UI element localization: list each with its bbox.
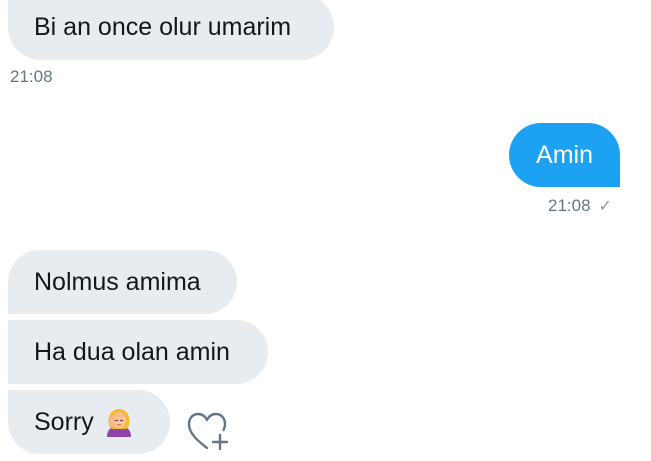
incoming-message[interactable]: Sorry	[8, 390, 170, 454]
heart-plus-icon[interactable]	[185, 408, 233, 452]
incoming-message[interactable]: Ha dua olan amin	[8, 320, 268, 384]
message-text: Bi an once olur umarim	[34, 12, 292, 41]
message-text: Sorry	[34, 407, 94, 436]
incoming-message[interactable]: Bi an once olur umarim	[8, 0, 334, 60]
timestamp-text: 21:08	[548, 196, 591, 215]
woman-facepalming-emoji	[104, 407, 134, 437]
message-text: Amin	[536, 140, 593, 169]
message-timestamp: 21:08	[10, 67, 53, 86]
incoming-message[interactable]: Nolmus amima	[8, 250, 237, 314]
message-text: Ha dua olan amin	[34, 337, 230, 366]
outgoing-message[interactable]: Amin	[509, 123, 620, 187]
message-timestamp: 21:08 ✓	[548, 196, 612, 216]
checkmark-icon: ✓	[598, 198, 612, 215]
message-text: Nolmus amima	[34, 267, 201, 296]
